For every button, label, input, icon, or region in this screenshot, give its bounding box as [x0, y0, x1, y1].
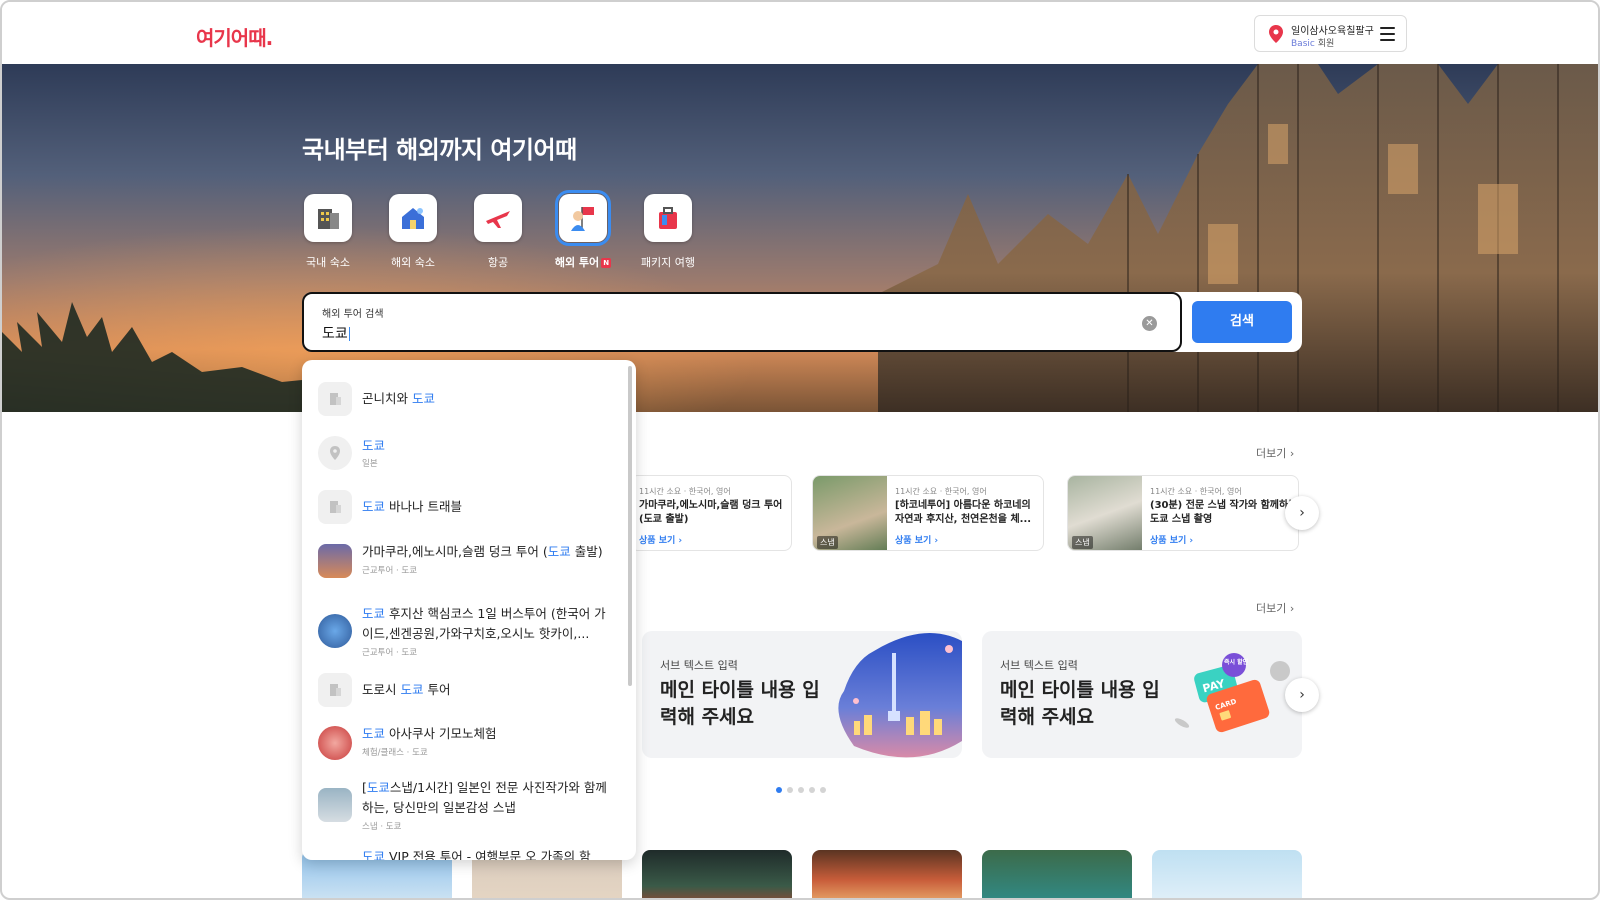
category-flight[interactable]: 항공: [463, 194, 533, 270]
category-overseas-stay[interactable]: 해외 숙소: [378, 194, 448, 270]
suggestion-item[interactable]: 가마쿠라,에노시마,슬램 덩크 투어 (도쿄 출발) 근교투어 · 도쿄: [318, 544, 618, 578]
category-overseas-tour[interactable]: 해외 투어 N: [548, 190, 618, 270]
user-menu-button[interactable]: 일이삼사오육칠팔구 Basic 회원: [1254, 15, 1407, 52]
destination-image[interactable]: [982, 850, 1132, 898]
suggestion-item[interactable]: 곤니치와 도쿄: [318, 382, 618, 416]
tour-card[interactable]: 스냅 11시간 소요 · 한국어, 영어 [하코네투어] 아름다운 하코네의 자…: [812, 475, 1044, 551]
carousel-pagination: [776, 778, 831, 797]
destination-image[interactable]: [1152, 850, 1302, 898]
suggestion-item[interactable]: 도쿄 아사쿠사 기모노체험 체험/클래스 · 도쿄: [318, 726, 618, 760]
suggestion-item[interactable]: 도쿄 후지산 핵심코스 1일 버스투어 (한국어 가이드,센겐공원,가와구치호,…: [318, 606, 618, 660]
search-suggestions-dropdown: 곤니치와 도쿄 도쿄 일본 도쿄 바나나 트래블 가마쿠라,에노시마,슬램 덩크…: [302, 360, 636, 860]
promo-banner[interactable]: 서브 텍스트 입력 메인 타이틀 내용 입력해 주세요 PAY CARD 즉시 …: [982, 631, 1302, 758]
search-value: 도쿄: [322, 326, 348, 342]
house-icon: [402, 208, 424, 229]
tour-thumbnail: [318, 614, 352, 648]
suggestion-item[interactable]: 도로시 도쿄 투어: [318, 673, 618, 707]
location-pin-icon: [318, 436, 352, 470]
carousel-next-button[interactable]: ›: [1285, 496, 1319, 530]
more-link-1[interactable]: 더보기 ›: [1256, 445, 1294, 461]
tour-thumbnail: [318, 544, 352, 578]
more-link-2[interactable]: 더보기 ›: [1256, 600, 1294, 616]
hero-banner: 국내부터 해외까지 여기어때 국내 숙소 해외 숙소 항공 해외 투어 N 패키…: [2, 64, 1598, 412]
tour-card[interactable]: 11시간 소요 · 한국어, 영어 가마쿠라,에노시마,슬램 덩크 투어 (도쿄…: [630, 475, 792, 551]
building-icon: [318, 382, 352, 416]
search-bar: 해외 투어 검색 도쿄 ✕ 검색: [302, 292, 1302, 352]
hero-title: 국내부터 해외까지 여기어때: [302, 136, 577, 164]
suggestion-item[interactable]: 도쿄 일본: [318, 436, 618, 470]
clear-icon[interactable]: ✕: [1142, 316, 1157, 331]
suggestion-item[interactable]: 도쿄 바나나 트래블: [318, 490, 618, 524]
building-icon: [318, 673, 352, 707]
building-icon: [318, 490, 352, 524]
user-tier: Basic 회원: [1291, 39, 1335, 49]
category-package-travel[interactable]: 패키지 여행: [633, 194, 703, 270]
user-name: 일이삼사오육칠팔구: [1291, 26, 1374, 37]
top-header: 여기어때. 일이삼사오육칠팔구 Basic 회원: [2, 2, 1598, 64]
new-badge: N: [601, 258, 612, 268]
promo-banner[interactable]: 서브 텍스트 입력 메인 타이틀 내용 입력해 주세요: [642, 631, 962, 758]
suggestion-item[interactable]: [도쿄스냅/1시간] 일본인 전문 사진작가와 함께하는, 당신만의 일본감성 …: [318, 780, 618, 834]
search-button[interactable]: 검색: [1192, 301, 1292, 343]
cathedral-image: [878, 64, 1598, 412]
luggage-icon: [659, 207, 677, 229]
tour-guide-icon: [571, 207, 594, 231]
airplane-icon: [486, 211, 510, 228]
tour-thumbnail: 스냅: [1068, 476, 1142, 550]
tour-thumbnail: 스냅: [813, 476, 887, 550]
hamburger-menu-icon[interactable]: [1380, 27, 1395, 41]
tour-card[interactable]: 스냅 11시간 소요 · 한국어, 영어 (30분) 전문 스냅 작가와 함께하…: [1067, 475, 1299, 551]
destination-image[interactable]: [642, 850, 792, 898]
destination-image[interactable]: [812, 850, 962, 898]
dropdown-scrollbar[interactable]: [628, 366, 632, 686]
category-domestic-stay[interactable]: 국내 숙소: [293, 194, 363, 270]
tour-thumbnail: [318, 726, 352, 760]
logo[interactable]: 여기어때.: [196, 22, 273, 51]
tour-thumbnail: [318, 788, 352, 822]
suggestion-item[interactable]: 도쿄 VIP 전용 투어 - 여행부문 오 가족의 함: [318, 849, 618, 860]
svg-text:즉시 할인: 즉시 할인: [1224, 658, 1249, 666]
payment-card-icon: PAY CARD 즉시 할인: [1174, 653, 1290, 733]
building-icon: [318, 209, 339, 229]
carousel-next-button[interactable]: ›: [1285, 678, 1319, 712]
search-label: 해외 투어 검색: [322, 309, 384, 320]
city-night-image: [838, 633, 962, 758]
search-input[interactable]: 해외 투어 검색 도쿄 ✕: [302, 292, 1182, 352]
location-pin-icon: [1269, 25, 1283, 43]
browser-frame: 여기어때. 일이삼사오육칠팔구 Basic 회원 국내부터 해외까지 여기어때 …: [0, 0, 1600, 900]
